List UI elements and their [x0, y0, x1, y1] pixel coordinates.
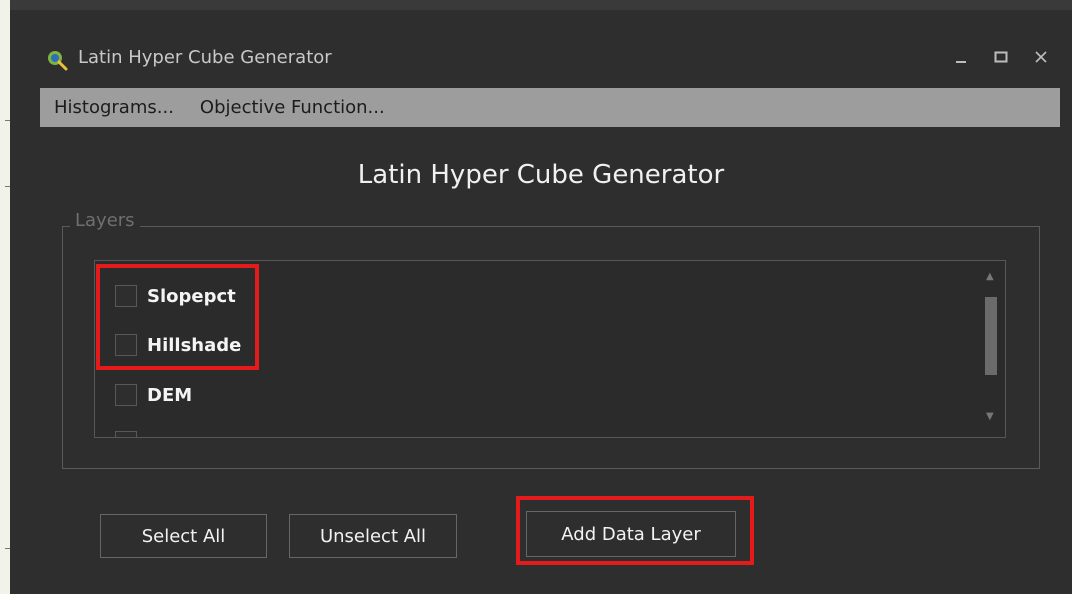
close-icon: [1035, 51, 1047, 63]
menu-histograms[interactable]: Histograms...: [40, 97, 186, 118]
menu-bar: Histograms... Objective Function...: [40, 88, 1060, 127]
list-item-partial[interactable]: [115, 427, 147, 437]
list-item-hillshade[interactable]: Hillshade: [115, 330, 241, 360]
maximize-button[interactable]: [992, 45, 1010, 69]
dialog-window: Latin Hyper Cube Generator Histograms...…: [10, 0, 1072, 594]
unselect-all-button[interactable]: Unselect All: [289, 514, 457, 558]
page-title: Latin Hyper Cube Generator: [357, 160, 725, 190]
scroll-thumb[interactable]: [985, 297, 997, 375]
background-window-edge: [0, 0, 10, 594]
list-item-label: DEM: [147, 384, 193, 406]
window-controls: [952, 45, 1050, 69]
checkbox-hillshade[interactable]: [115, 334, 137, 356]
list-item-slopepct[interactable]: Slopepct: [115, 281, 236, 311]
list-scrollbar[interactable]: ▲ ▼: [977, 261, 1005, 437]
window-title: Latin Hyper Cube Generator: [78, 47, 332, 68]
list-item-label: Slopepct: [147, 285, 236, 307]
title-bar[interactable]: Latin Hyper Cube Generator: [10, 35, 1072, 85]
maximize-icon: [994, 51, 1008, 63]
add-data-layer-button[interactable]: Add Data Layer: [526, 511, 736, 557]
menu-objective-function[interactable]: Objective Function...: [186, 97, 397, 118]
list-item-label: Hillshade: [147, 334, 242, 356]
checkbox-partial[interactable]: [115, 431, 137, 437]
qgis-app-icon: [46, 49, 68, 71]
list-item-dem[interactable]: DEM: [115, 380, 192, 410]
checkbox-dem[interactable]: [115, 384, 137, 406]
minimize-icon: [956, 61, 966, 63]
layers-list[interactable]: Slopepct Hillshade DEM ▲ ▼: [94, 260, 1006, 438]
scroll-up-icon[interactable]: ▲: [986, 271, 994, 282]
select-all-button[interactable]: Select All: [100, 514, 267, 558]
layers-group-label: Layers: [70, 210, 140, 231]
window-top-border: [10, 0, 1072, 10]
checkbox-slopepct[interactable]: [115, 285, 137, 307]
close-button[interactable]: [1032, 45, 1050, 69]
scroll-down-icon[interactable]: ▼: [986, 411, 994, 422]
minimize-button[interactable]: [952, 45, 970, 69]
